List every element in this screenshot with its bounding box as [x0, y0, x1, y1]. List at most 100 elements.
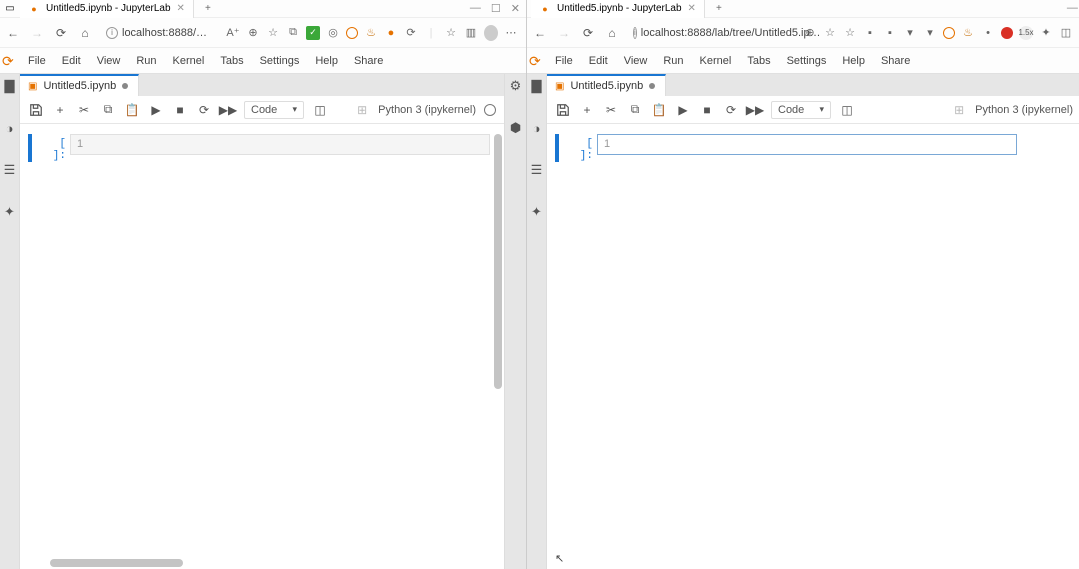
menu-tabs[interactable]: Tabs: [212, 55, 251, 67]
ext-flame-icon[interactable]: ♨: [961, 26, 975, 40]
close-window-button[interactable]: ✕: [511, 2, 520, 15]
run-button[interactable]: ▶: [675, 102, 691, 118]
bookmark-icon[interactable]: ☆: [843, 26, 857, 40]
forward-button[interactable]: →: [28, 24, 46, 42]
ext-dot-icon[interactable]: •: [981, 26, 995, 40]
extensions-icon[interactable]: ✦: [529, 204, 545, 220]
url-field[interactable]: i localhost:8888/…: [100, 25, 220, 41]
url-field[interactable]: i localhost:8888/lab/tree/Untitled5.ip…: [627, 25, 797, 41]
code-editor[interactable]: 1: [597, 134, 1017, 155]
notebook-tab[interactable]: ▣ Untitled5.ipynb: [20, 74, 139, 96]
open-folder-button[interactable]: ⊞: [951, 102, 967, 118]
extension-shield-icon[interactable]: ◎: [326, 26, 340, 40]
tab-close-icon[interactable]: ✕: [688, 3, 696, 14]
menu-share[interactable]: Share: [873, 55, 918, 67]
run-all-button[interactable]: ▶▶: [220, 102, 236, 118]
refresh-button[interactable]: ⟳: [579, 24, 597, 42]
stop-button[interactable]: ■: [699, 102, 715, 118]
collections-icon[interactable]: ⧉: [286, 26, 300, 40]
property-inspector-icon[interactable]: ⚙: [508, 78, 524, 94]
vertical-scrollbar[interactable]: [494, 134, 502, 559]
render-side-button[interactable]: ◫: [312, 102, 328, 118]
site-info-icon[interactable]: i: [106, 27, 118, 39]
maximize-button[interactable]: ☐: [491, 2, 501, 15]
extensions-puzzle-icon[interactable]: ✦: [1039, 26, 1053, 40]
stop-button[interactable]: ■: [172, 102, 188, 118]
save-button[interactable]: [555, 102, 571, 118]
jupyter-ext-icon[interactable]: ●: [384, 26, 398, 40]
menu-kernel[interactable]: Kernel: [692, 55, 740, 67]
forward-button[interactable]: →: [555, 24, 573, 42]
menu-edit[interactable]: Edit: [54, 55, 89, 67]
extension-ring-icon[interactable]: [346, 27, 358, 39]
kernel-name[interactable]: Python 3 (ipykernel): [378, 104, 476, 116]
back-button[interactable]: ←: [531, 24, 549, 42]
menu-file[interactable]: File: [20, 55, 54, 67]
save-button[interactable]: [28, 102, 44, 118]
favorites-bar-icon[interactable]: ☆: [444, 26, 458, 40]
menu-file[interactable]: File: [547, 55, 581, 67]
running-icon[interactable]: ◑: [2, 120, 18, 136]
browser-tab[interactable]: ● Untitled5.ipynb - JupyterLab ✕: [531, 0, 705, 18]
favorite-icon[interactable]: ☆: [266, 26, 280, 40]
paste-button[interactable]: 📋: [124, 102, 140, 118]
kernel-status-icon[interactable]: [484, 104, 496, 116]
notebook-area[interactable]: [ ]: 1: [20, 124, 504, 569]
side-panel-icon[interactable]: ◫: [1059, 26, 1073, 40]
copy-button[interactable]: ⧉: [100, 102, 116, 118]
menu-view[interactable]: View: [616, 55, 656, 67]
horizontal-scrollbar[interactable]: [50, 559, 494, 567]
notebook-tab[interactable]: ▣ Untitled5.ipynb: [547, 74, 666, 96]
zoom-icon[interactable]: ⊕: [803, 26, 817, 40]
menu-run[interactable]: Run: [655, 55, 691, 67]
insert-cell-button[interactable]: +: [579, 102, 595, 118]
menu-tabs[interactable]: Tabs: [739, 55, 778, 67]
extensions-menu-icon[interactable]: ▥: [464, 26, 478, 40]
toc-icon[interactable]: ☰: [529, 162, 545, 178]
copy-button[interactable]: ⧉: [627, 102, 643, 118]
menu-settings[interactable]: Settings: [779, 55, 835, 67]
render-side-button[interactable]: ◫: [839, 102, 855, 118]
cell-type-select[interactable]: Code ▾: [244, 101, 304, 119]
profile-avatar[interactable]: [484, 26, 498, 40]
menu-help[interactable]: Help: [307, 55, 346, 67]
refresh-button[interactable]: ⟳: [52, 24, 70, 42]
browser-tab[interactable]: ● Untitled5.ipynb - JupyterLab ✕: [20, 0, 194, 18]
running-icon[interactable]: ◑: [529, 120, 545, 136]
menu-view[interactable]: View: [89, 55, 129, 67]
back-button[interactable]: ←: [4, 24, 22, 42]
jupyter-reload-icon[interactable]: ⟳: [529, 54, 547, 68]
open-folder-button[interactable]: ⊞: [354, 102, 370, 118]
code-editor[interactable]: 1: [70, 134, 490, 155]
code-cell[interactable]: [ ]: 1: [28, 134, 496, 162]
home-button[interactable]: ⌂: [603, 24, 621, 42]
new-tab-button[interactable]: +: [198, 3, 218, 14]
menu-settings[interactable]: Settings: [252, 55, 308, 67]
menu-kernel[interactable]: Kernel: [165, 55, 213, 67]
menu-edit[interactable]: Edit: [581, 55, 616, 67]
ext3-icon[interactable]: ▾: [903, 26, 917, 40]
run-all-button[interactable]: ▶▶: [747, 102, 763, 118]
zoom-icon[interactable]: ⊕: [246, 26, 260, 40]
ext-ring-icon[interactable]: [943, 27, 955, 39]
debugger-icon[interactable]: ⬢: [508, 120, 524, 136]
ext2-icon[interactable]: ▪: [883, 26, 897, 40]
paste-button[interactable]: 📋: [651, 102, 667, 118]
menu-share[interactable]: Share: [346, 55, 391, 67]
new-tab-button[interactable]: +: [709, 3, 729, 14]
extension-green-icon[interactable]: ✓: [306, 26, 320, 40]
zoom-badge[interactable]: 1.5x: [1019, 26, 1033, 40]
cell-type-select[interactable]: Code ▾: [771, 101, 831, 119]
toc-icon[interactable]: ☰: [2, 162, 18, 178]
home-button[interactable]: ⌂: [76, 24, 94, 42]
browser-tools-icon[interactable]: ⟳: [404, 26, 418, 40]
extensions-icon[interactable]: ✦: [2, 204, 18, 220]
ext4-icon[interactable]: ▾: [923, 26, 937, 40]
restart-button[interactable]: ⟳: [196, 102, 212, 118]
cut-button[interactable]: ✂: [603, 102, 619, 118]
notebook-area[interactable]: [ ]: 1: [547, 124, 1079, 569]
minimize-button[interactable]: —: [470, 2, 481, 15]
minimize-button[interactable]: —: [1067, 2, 1078, 15]
kernel-name[interactable]: Python 3 (ipykernel): [975, 104, 1073, 116]
insert-cell-button[interactable]: +: [52, 102, 68, 118]
